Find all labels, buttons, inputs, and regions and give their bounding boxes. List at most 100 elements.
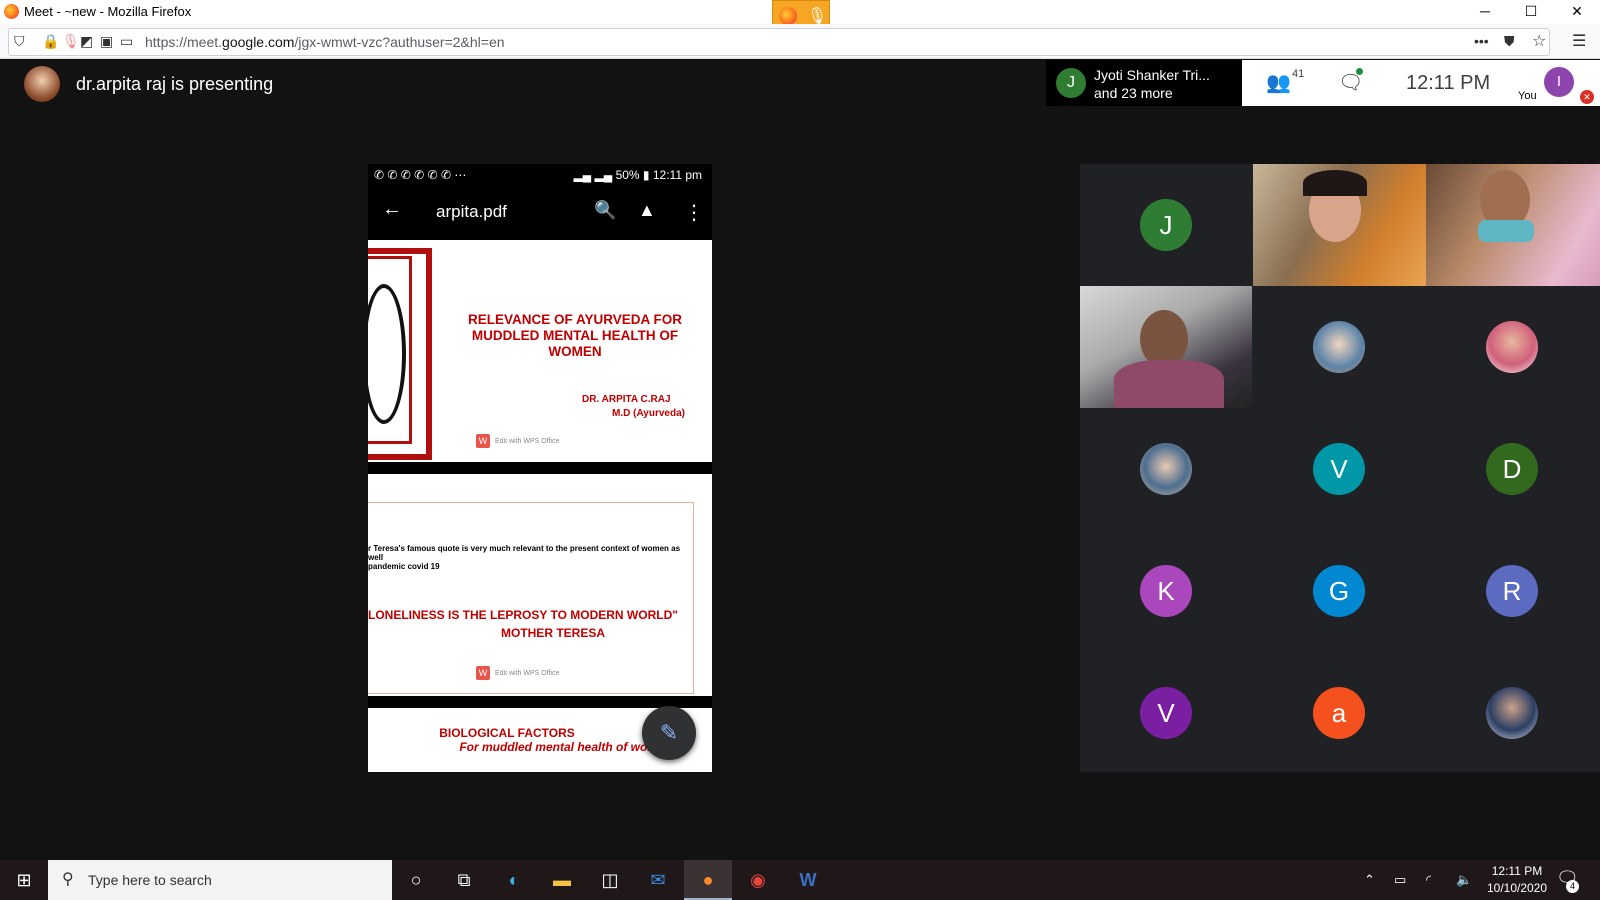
meet-top-right-bar: 👥 41 🗨 12:11 PM You I ✕ xyxy=(1242,60,1600,106)
url-text[interactable]: https://meet.google.com/jgx-wmwt-vzc?aut… xyxy=(145,34,505,50)
screen-share-icon[interactable]: ▣ xyxy=(100,33,113,50)
title-line-1: RELEVANCE OF AYURVEDA FOR xyxy=(467,312,683,327)
notification-icon[interactable]: ▭ xyxy=(120,33,133,50)
notification-count: 4 xyxy=(1566,880,1579,893)
windows-start-icon[interactable]: ⊞ xyxy=(0,860,48,900)
participant-tile[interactable] xyxy=(1080,408,1252,530)
wps-logo-icon: W xyxy=(476,434,490,448)
bookmark-star-icon[interactable]: ☆ xyxy=(1532,31,1546,51)
participant-tile[interactable]: K xyxy=(1080,530,1252,652)
participant-tile[interactable] xyxy=(1253,286,1425,408)
file-explorer-icon[interactable]: ▬ xyxy=(538,860,586,900)
firefox-taskbar-icon[interactable]: ● xyxy=(684,860,732,900)
clock-date: 10/10/2020 xyxy=(1486,881,1548,895)
firefox-icon xyxy=(4,4,19,19)
joiner-name: Jyoti Shanker Tri... xyxy=(1094,67,1210,83)
participant-tile[interactable]: G xyxy=(1253,530,1425,652)
task-view-icon[interactable]: ⧉ xyxy=(440,860,488,900)
windows-taskbar: ⊞ ⚲ Type here to search ○ ⧉ ◐ ▬ ◫ ✉ ● ◉ … xyxy=(0,860,1600,900)
title-line-3: WOMEN xyxy=(548,344,602,359)
phone-status-bar: ✆ ✆ ✆ ✆ ✆ ✆ ⋯ ▂▄ ▂▄ 50% ▮ 12:11 pm xyxy=(374,168,708,182)
pdf-app-bar xyxy=(368,188,712,236)
slide-3-title: BIOLOGICAL FACTORS xyxy=(439,726,575,740)
participant-avatar: V xyxy=(1313,443,1365,495)
participant-video[interactable] xyxy=(1426,164,1600,286)
participant-photo-avatar xyxy=(1313,321,1365,373)
participant-avatar: D xyxy=(1486,443,1538,495)
people-icon[interactable]: 👥 xyxy=(1266,70,1291,95)
title-line-2: MUDDLED MENTAL HEALTH OF xyxy=(471,328,679,343)
participant-tile[interactable]: V xyxy=(1080,652,1252,774)
pdf-file-name: arpita.pdf xyxy=(436,202,507,221)
taskbar-clock[interactable]: 12:11 PM 10/10/2020 xyxy=(1480,863,1554,897)
participant-photo-avatar xyxy=(1140,443,1192,495)
menu-icon[interactable]: ☰ xyxy=(1572,31,1586,51)
presenting-label: dr.arpita raj is presenting xyxy=(76,74,274,94)
address-bar-row: ⛉ 🔒 🎙 ◩ ▣ ▭ https://meet.google.com/jgx-… xyxy=(0,24,1600,59)
hair-shape xyxy=(1303,170,1367,196)
participant-tile[interactable]: R xyxy=(1426,530,1598,652)
joined-notification[interactable]: J Jyoti Shanker Tri... and 23 more xyxy=(1046,60,1242,106)
edit-fab-button[interactable]: ✎ xyxy=(642,706,696,760)
window-title-bar: Meet - ~new - Mozilla Firefox 🎙 ─ ☐ ✕ xyxy=(0,0,1600,32)
participant-tile[interactable]: D xyxy=(1426,408,1598,530)
lock-icon[interactable]: 🔒 xyxy=(42,33,59,50)
mask-shape xyxy=(1478,220,1534,242)
microphone-permission-icon[interactable]: 🎙 xyxy=(62,33,80,50)
close-button[interactable]: ✕ xyxy=(1554,0,1600,24)
search-icon: ⚲ xyxy=(62,871,74,888)
participant-avatar: K xyxy=(1140,565,1192,617)
volume-icon[interactable]: 🔈 xyxy=(1456,872,1472,888)
slide-2-quote: r Teresa's famous quote is very much rel… xyxy=(368,544,692,571)
shared-screen: ✆ ✆ ✆ ✆ ✆ ✆ ⋯ ▂▄ ▂▄ 50% ▮ 12:11 pm ← arp… xyxy=(368,164,712,772)
participant-photo-avatar xyxy=(1486,687,1538,739)
participant-photo-avatar xyxy=(1486,321,1538,373)
page-actions-icon[interactable]: ••• xyxy=(1474,33,1489,49)
participant-tile[interactable]: a xyxy=(1253,652,1425,774)
more-vert-icon[interactable]: ⋮ xyxy=(684,200,704,225)
minimize-button[interactable]: ─ xyxy=(1462,0,1508,24)
word-icon[interactable]: W xyxy=(784,860,832,900)
back-arrow-icon[interactable]: ← xyxy=(382,198,402,221)
participant-tile[interactable] xyxy=(1426,286,1598,408)
mic-muted-icon: ✕ xyxy=(1580,90,1594,104)
quote-line-2: pandemic covid 19 xyxy=(368,562,440,571)
action-center-icon[interactable]: 🗨 4 xyxy=(1556,868,1579,893)
maximize-button[interactable]: ☐ xyxy=(1508,0,1554,24)
slide-1: RELEVANCE OF AYURVEDA FOR MUDDLED MENTAL… xyxy=(368,240,712,462)
meeting-clock: 12:11 PM xyxy=(1406,72,1491,94)
chrome-icon[interactable]: ◉ xyxy=(734,860,782,900)
battery-icon[interactable]: ▭ xyxy=(1394,872,1406,888)
participant-avatar: V xyxy=(1140,687,1192,739)
participant-video[interactable] xyxy=(1253,164,1426,286)
find-in-document-icon[interactable]: 🔍 xyxy=(594,200,616,221)
edge-icon[interactable]: ◐ xyxy=(490,860,538,900)
pocket-icon[interactable]: ⛊ xyxy=(1504,33,1515,50)
slide-3-subtitle: For muddled mental health of women xyxy=(459,740,672,754)
cortana-icon[interactable]: ○ xyxy=(392,860,440,900)
store-icon[interactable]: ◫ xyxy=(586,860,634,900)
window-title: Meet - ~new - Mozilla Firefox xyxy=(24,4,192,19)
participant-tile[interactable]: J xyxy=(1080,164,1252,286)
slide-degree: M.D (Ayurveda) xyxy=(612,408,685,419)
shield-icon[interactable]: ⛉ xyxy=(14,33,25,50)
slide-2: r Teresa's famous quote is very much rel… xyxy=(368,474,712,696)
self-avatar[interactable]: I xyxy=(1544,67,1574,97)
people-count: 41 xyxy=(1292,68,1305,80)
participants-grid: J V D K G R V a xyxy=(1080,164,1600,772)
camera-blocked-icon[interactable]: ◩ xyxy=(80,33,93,50)
show-hidden-icons-icon[interactable]: ⌃ xyxy=(1364,872,1375,888)
participant-video[interactable] xyxy=(1080,286,1252,408)
chat-unread-dot xyxy=(1356,68,1363,75)
phone-status-right: ▂▄ ▂▄ 50% ▮ 12:11 pm xyxy=(573,168,702,182)
drive-add-icon[interactable]: ▲ xyxy=(638,200,656,221)
joiner-avatar: J xyxy=(1056,68,1086,98)
participant-avatar: G xyxy=(1313,565,1365,617)
mail-icon[interactable]: ✉ xyxy=(634,860,682,900)
wifi-icon[interactable]: ◜ xyxy=(1426,872,1431,888)
participant-avatar: a xyxy=(1313,687,1365,739)
participant-tile[interactable]: V xyxy=(1253,408,1425,530)
taskbar-search[interactable]: ⚲ Type here to search xyxy=(48,860,392,900)
participant-tile[interactable] xyxy=(1426,652,1598,774)
firefox-icon xyxy=(779,7,797,25)
